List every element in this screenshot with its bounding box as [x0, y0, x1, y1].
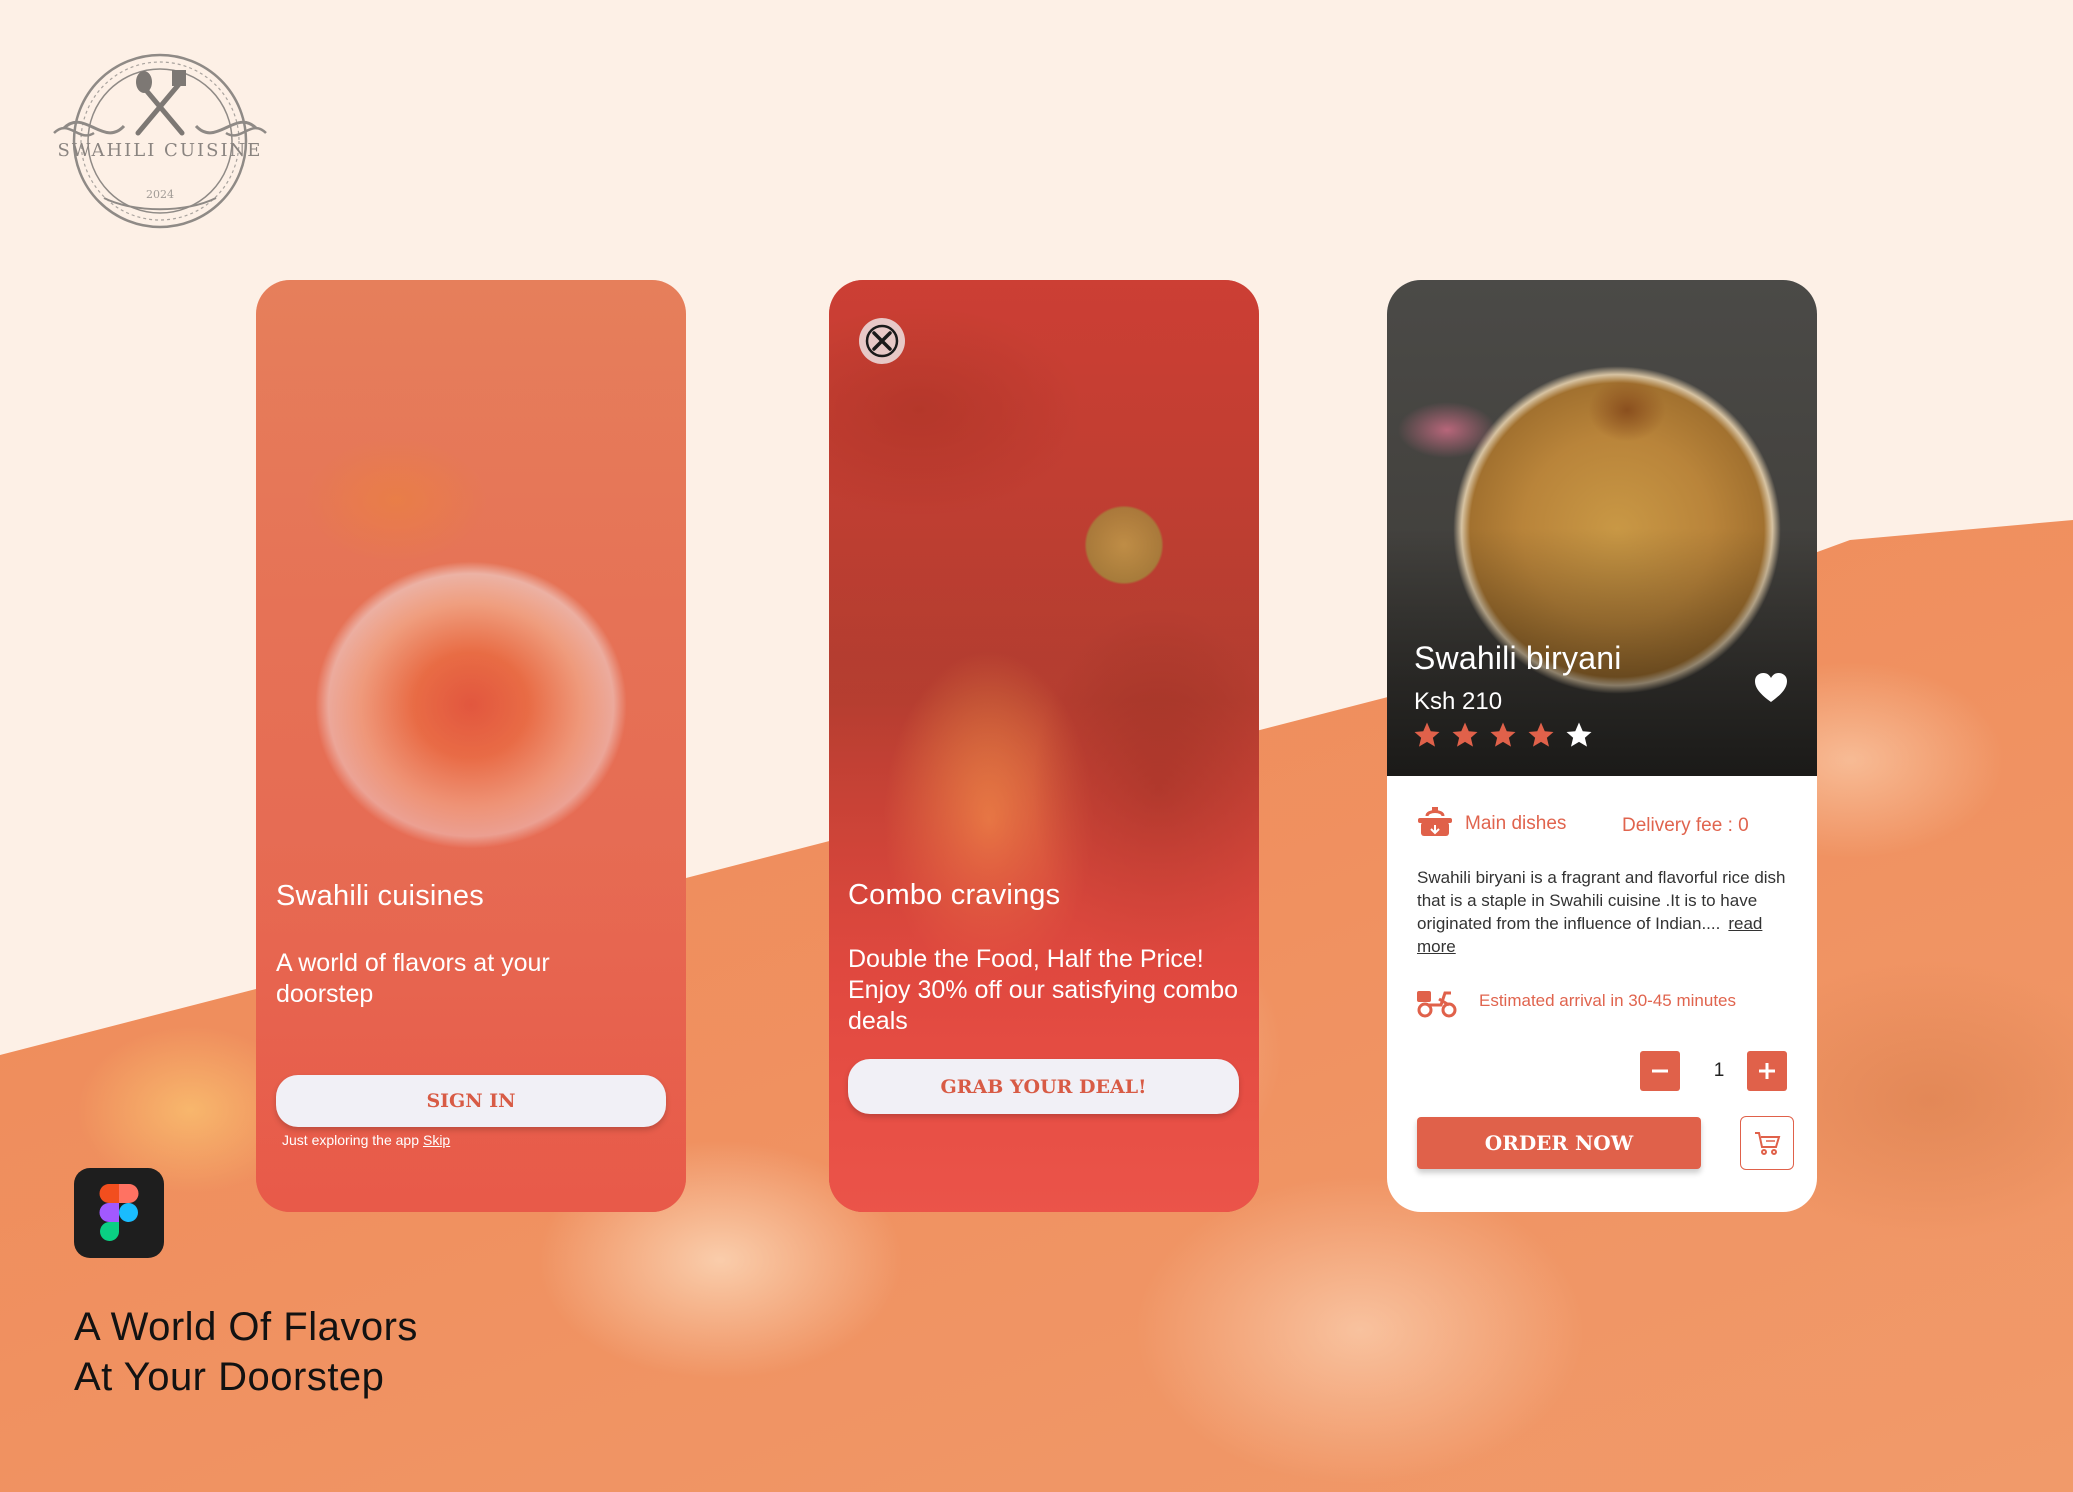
- dish-name: Swahili biryani: [1414, 640, 1622, 676]
- close-button[interactable]: [859, 318, 905, 364]
- dish-bowl-icon: [1418, 807, 1452, 836]
- promo-screen: Combo cravings Double the Food, Half the…: [829, 280, 1259, 1212]
- grab-deal-button[interactable]: GRAB YOUR DEAL!: [848, 1059, 1239, 1114]
- promo-subtitle: Double the Food, Half the Price! Enjoy 3…: [848, 945, 1239, 1035]
- add-to-cart-button[interactable]: [1740, 1116, 1794, 1170]
- plus-icon: [1759, 1063, 1775, 1079]
- star-icon-filled: [1452, 722, 1478, 747]
- eta-label: Estimated arrival in 30-45 minutes: [1479, 991, 1737, 1010]
- quantity-value: 1: [1713, 1060, 1725, 1081]
- star-icon-filled: [1528, 722, 1554, 747]
- promo-title: Combo cravings: [848, 879, 1061, 911]
- category-label: Main dishes: [1465, 813, 1567, 834]
- cart-icon: [1755, 1132, 1781, 1155]
- welcome-subtitle: A world of flavors at your doorstep: [276, 949, 550, 1008]
- brand-logo: SWAHILI CUISINE 2024: [44, 48, 276, 234]
- minus-icon: [1652, 1069, 1668, 1073]
- sign-in-button[interactable]: SIGN IN: [276, 1075, 666, 1127]
- figma-icon: [74, 1168, 164, 1258]
- skip-prefix: Just exploring the app: [282, 1132, 419, 1148]
- star-icon-filled: [1490, 722, 1516, 747]
- decrease-quantity-button[interactable]: [1640, 1051, 1680, 1091]
- welcome-title: Swahili cuisines: [276, 880, 484, 912]
- favorite-heart-icon[interactable]: [1754, 672, 1788, 704]
- logo-year: 2024: [146, 188, 174, 201]
- dish-detail-screen: Swahili biryani Ksh 210 Main dishes Deli…: [1387, 280, 1817, 1212]
- star-icon-empty: [1566, 722, 1592, 747]
- tagline-line-2: At Your Doorstep: [74, 1355, 385, 1399]
- delivery-scooter-icon: [1417, 991, 1457, 1018]
- skip-line: Just exploring the app Skip: [282, 1132, 450, 1148]
- dish-price: Ksh 210: [1414, 688, 1503, 715]
- increase-quantity-button[interactable]: [1747, 1051, 1787, 1091]
- category-row: Main dishes: [1415, 804, 1566, 844]
- tagline: A World Of Flavors At Your Doorstep: [74, 1302, 418, 1402]
- delivery-fee: Delivery fee : 0: [1622, 815, 1749, 836]
- rating-stars: [1412, 720, 1594, 750]
- star-icon-filled: [1414, 722, 1440, 747]
- skip-link[interactable]: Skip: [423, 1132, 450, 1148]
- welcome-screen: Swahili cuisines A world of flavors at y…: [256, 280, 686, 1212]
- close-icon: [865, 324, 899, 358]
- eta-row: Estimated arrival in 30-45 minutes: [1415, 983, 1736, 1019]
- logo-text: SWAHILI CUISINE: [57, 140, 263, 161]
- order-now-button[interactable]: ORDER NOW: [1417, 1117, 1701, 1169]
- dish-description: Swahili biryani is a fragrant and flavor…: [1417, 866, 1797, 958]
- tagline-line-1: A World Of Flavors: [74, 1305, 418, 1349]
